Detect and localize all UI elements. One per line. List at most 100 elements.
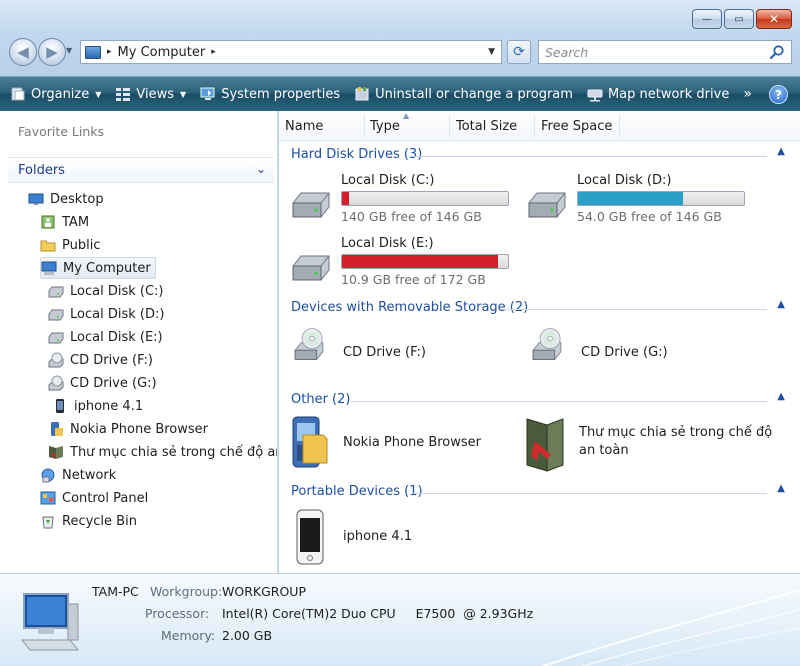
tree-item[interactable]: TAM	[40, 211, 89, 233]
computer-icon	[41, 261, 57, 275]
tree-item[interactable]: Network	[40, 464, 116, 486]
drive-name: Local Disk (E:)	[341, 236, 434, 251]
drive-free-space: 140 GB free of 146 GB	[341, 209, 482, 224]
column-divider[interactable]	[534, 114, 535, 138]
group-other[interactable]: Other (2) ▲	[291, 390, 791, 410]
tree-item[interactable]: CD Drive (F:)	[48, 349, 153, 371]
device-name: CD Drive (G:)	[581, 345, 668, 360]
window-controls: — ▭ ✕	[692, 9, 792, 29]
organize-button[interactable]: Organize ▼	[10, 86, 101, 102]
collapse-icon[interactable]: ▲	[777, 391, 785, 402]
group-hard-disk-drives[interactable]: Hard Disk Drives (3) ▲	[291, 145, 791, 165]
hard-disk-icon	[48, 332, 64, 344]
column-divider[interactable]	[364, 114, 365, 138]
help-button[interactable]: ?	[769, 85, 788, 104]
nokia-browser-icon	[292, 416, 328, 468]
search-input[interactable]	[539, 41, 759, 63]
back-button[interactable]: ◀	[9, 38, 37, 66]
refresh-button[interactable]: ⟳	[507, 40, 531, 64]
column-total-size[interactable]: Total Size	[456, 119, 517, 134]
tree-item[interactable]: My Computer	[40, 257, 156, 279]
tree-item[interactable]: Local Disk (C:)	[48, 280, 163, 302]
breadcrumb-separator[interactable]: ▸	[107, 47, 112, 57]
tree-item-label: CD Drive (F:)	[70, 352, 154, 368]
other-item-nokia[interactable]: Nokia Phone Browser	[289, 413, 509, 477]
desktop-icon	[28, 193, 44, 205]
tree-item-label: Control Panel	[62, 490, 149, 506]
views-button[interactable]: Views ▼	[115, 86, 186, 102]
forward-button[interactable]: ▶	[38, 38, 66, 66]
removable-item-g[interactable]: CD Drive (G:)	[525, 323, 745, 379]
breadcrumb-separator[interactable]: ▸	[211, 47, 216, 57]
content-pane: Name Type ▲ Total Size Free Space Hard D…	[279, 111, 800, 573]
drive-item-e[interactable]: Local Disk (E:) 10.9 GB free of 172 GB	[289, 236, 519, 296]
computer-icon	[85, 45, 101, 59]
collapse-icon[interactable]: ▲	[777, 483, 785, 494]
group-removable-storage[interactable]: Devices with Removable Storage (2) ▲	[291, 298, 791, 318]
nokia-browser-icon	[51, 422, 63, 436]
other-item-shared-folder[interactable]: Thư mục chia sẻ trong chế độ an toàn	[525, 413, 795, 477]
tree-item-label: Desktop	[50, 191, 104, 207]
column-name[interactable]: Name	[285, 119, 323, 134]
column-divider[interactable]	[449, 114, 450, 138]
search-box[interactable]	[538, 40, 792, 64]
recent-pages-dropdown[interactable]: ▼	[66, 46, 72, 55]
folders-header[interactable]: Folders ⌄	[8, 157, 274, 183]
group-title: Devices with Removable Storage (2)	[291, 300, 529, 315]
close-button[interactable]: ✕	[756, 9, 792, 29]
cd-drive-icon	[532, 328, 562, 360]
cd-drive-icon	[48, 375, 64, 391]
group-portable-devices[interactable]: Portable Devices (1) ▲	[291, 482, 791, 502]
phone-icon	[56, 399, 64, 413]
favorite-links-header[interactable]: Favorite Links	[18, 124, 104, 139]
workgroup-label: Workgroup:	[150, 584, 223, 599]
drive-item-d[interactable]: Local Disk (D:) 54.0 GB free of 146 GB	[525, 173, 755, 233]
chevron-down-icon[interactable]: ⌄	[256, 162, 266, 176]
uninstall-program-icon	[355, 87, 369, 101]
views-icon	[116, 88, 131, 101]
more-commands-button[interactable]: »	[743, 86, 752, 102]
address-dropdown-icon[interactable]: ▼	[488, 47, 495, 57]
tree-item[interactable]: Public	[40, 234, 100, 256]
tree-item[interactable]: Recycle Bin	[40, 510, 137, 532]
tree-item[interactable]: Control Panel	[40, 487, 148, 509]
hard-disk-icon	[48, 286, 64, 298]
minimize-button[interactable]: —	[692, 9, 722, 29]
maximize-button[interactable]: ▭	[724, 9, 754, 29]
memory-value: 2.00 GB	[222, 628, 273, 643]
portable-item-iphone[interactable]: iphone 4.1	[295, 507, 495, 569]
address-bar[interactable]: ▸ My Computer ▸ ▼	[80, 40, 502, 64]
computer-icon	[20, 593, 80, 651]
column-divider[interactable]	[619, 114, 620, 138]
drive-free-space: 10.9 GB free of 172 GB	[341, 272, 486, 287]
uninstall-program-button[interactable]: Uninstall or change a program	[354, 86, 573, 102]
search-icon[interactable]	[769, 44, 785, 60]
network-drive-icon	[587, 89, 603, 102]
system-properties-button[interactable]: System properties	[200, 86, 340, 102]
tree-item-label: Nokia Phone Browser	[70, 421, 208, 437]
column-type[interactable]: Type	[370, 119, 400, 134]
tree-item[interactable]: Desktop	[28, 188, 104, 210]
tree-item-label: My Computer	[63, 260, 151, 276]
tree-item-label: Local Disk (D:)	[70, 306, 165, 322]
map-network-drive-button[interactable]: Map network drive	[587, 86, 729, 102]
tree-item[interactable]: Nokia Phone Browser	[48, 418, 208, 440]
tree-item[interactable]: Thư mục chia sẻ trong chế độ an toà	[48, 441, 277, 463]
group-title: Hard Disk Drives (3)	[291, 147, 423, 162]
tree-item[interactable]: CD Drive (G:)	[48, 372, 157, 394]
system-properties-icon	[200, 87, 215, 100]
collapse-icon[interactable]: ▲	[777, 299, 785, 310]
tree-item[interactable]: iphone 4.1	[52, 395, 143, 417]
group-divider	[411, 156, 767, 157]
device-name: Nokia Phone Browser	[343, 435, 481, 450]
tree-item[interactable]: Local Disk (D:)	[48, 303, 164, 325]
drive-item-c[interactable]: Local Disk (C:) 140 GB free of 146 GB	[289, 173, 519, 233]
tree-item[interactable]: Local Disk (E:)	[48, 326, 163, 348]
navigation-pane: Favorite Links Folders ⌄ Desktop TAM Publi…	[0, 111, 278, 573]
removable-item-f[interactable]: CD Drive (F:)	[287, 323, 507, 379]
control-panel-icon	[40, 491, 56, 505]
collapse-icon[interactable]: ▲	[777, 146, 785, 157]
folders-label: Folders	[18, 163, 65, 178]
breadcrumb-my-computer[interactable]: My Computer	[118, 45, 206, 60]
column-free-space[interactable]: Free Space	[541, 119, 612, 134]
